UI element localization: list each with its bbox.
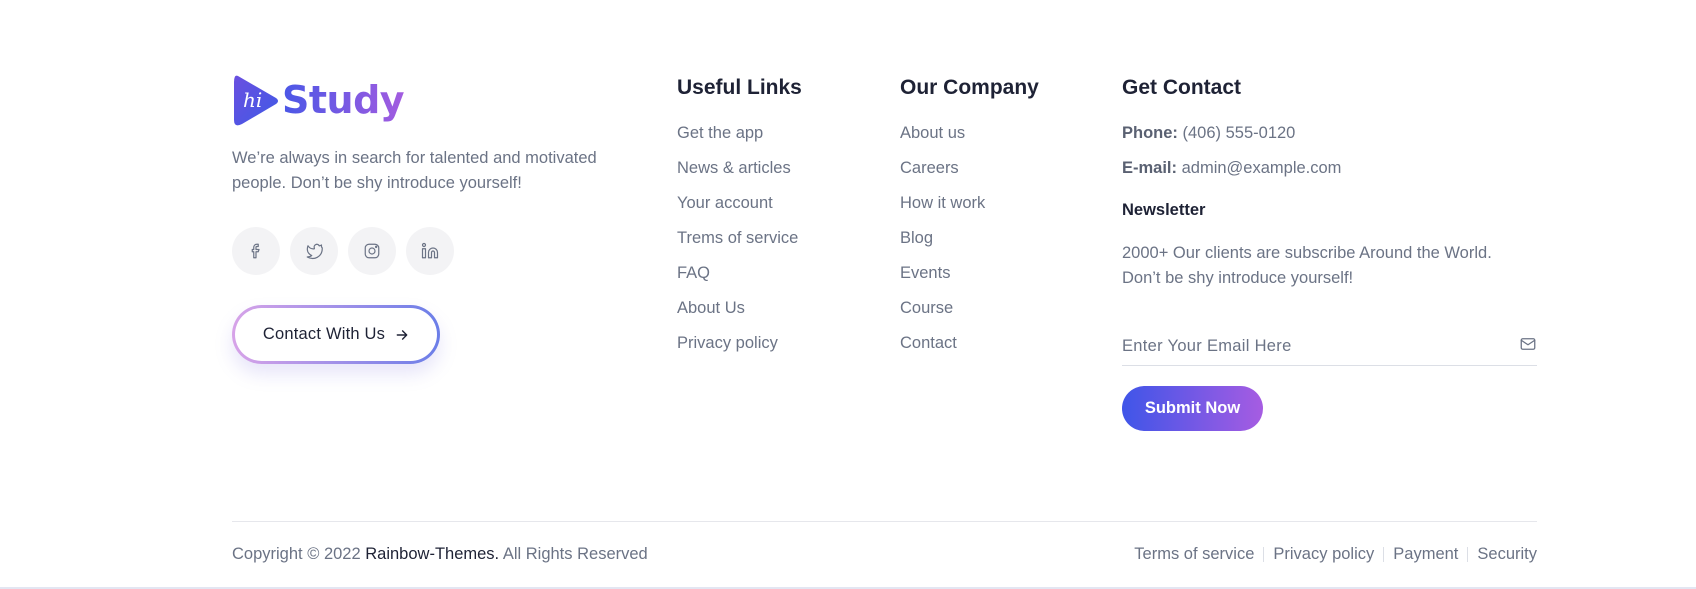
- mail-icon: [1520, 338, 1536, 350]
- phone-value[interactable]: (406) 555-0120: [1183, 124, 1296, 142]
- contact-with-us-button[interactable]: Contact With Us: [232, 305, 440, 364]
- logo-text: Study: [282, 78, 405, 122]
- instagram-icon: [364, 243, 380, 259]
- legal-link-privacy[interactable]: Privacy policy: [1273, 545, 1374, 564]
- email-label: E-mail:: [1122, 159, 1178, 177]
- useful-link-privacy-policy[interactable]: Privacy policy: [677, 326, 798, 361]
- linkedin-icon: [421, 242, 439, 259]
- logo-mark-text: hi: [243, 88, 262, 112]
- instagram-link[interactable]: [348, 227, 396, 275]
- company-link-contact[interactable]: Contact: [900, 326, 985, 361]
- copyright-brand-link[interactable]: Rainbow-Themes.: [365, 545, 499, 563]
- arrow-right-icon: [396, 329, 408, 340]
- legal-separator: [1467, 547, 1469, 562]
- company-link-careers[interactable]: Careers: [900, 151, 985, 186]
- legal-link-security[interactable]: Security: [1477, 545, 1537, 564]
- useful-link-get-the-app[interactable]: Get the app: [677, 116, 798, 151]
- company-link-how-it-work[interactable]: How it work: [900, 186, 985, 221]
- useful-link-your-account[interactable]: Your account: [677, 186, 798, 221]
- copyright-suffix: All Rights Reserved: [502, 545, 648, 563]
- phone-line: Phone: (406) 555-0120: [1122, 124, 1295, 143]
- useful-link-about-us[interactable]: About Us: [677, 291, 798, 326]
- get-contact-title: Get Contact: [1122, 76, 1242, 99]
- copyright-prefix: Copyright © 2022: [232, 545, 361, 563]
- twitter-link[interactable]: [290, 227, 338, 275]
- company-link-events[interactable]: Events: [900, 256, 985, 291]
- legal-links: Terms of service Privacy policy Payment …: [1134, 545, 1537, 564]
- company-link-blog[interactable]: Blog: [900, 221, 985, 256]
- footer-divider: [232, 521, 1537, 522]
- useful-link-terms-of-service[interactable]: Trems of service: [677, 221, 798, 256]
- submit-now-button[interactable]: Submit Now: [1122, 386, 1263, 431]
- legal-link-terms[interactable]: Terms of service: [1134, 545, 1254, 564]
- site-logo[interactable]: hi Study: [232, 74, 405, 126]
- facebook-link[interactable]: [232, 227, 280, 275]
- facebook-icon: [251, 243, 260, 259]
- email-value[interactable]: admin@example.com: [1182, 159, 1342, 177]
- useful-link-faq[interactable]: FAQ: [677, 256, 798, 291]
- legal-link-payment[interactable]: Payment: [1393, 545, 1458, 564]
- our-company-list: About us Careers How it work Blog Events…: [900, 116, 985, 361]
- company-link-about-us[interactable]: About us: [900, 116, 985, 151]
- legal-separator: [1383, 547, 1385, 562]
- about-text: We’re always in search for talented and …: [232, 149, 597, 192]
- useful-link-news-articles[interactable]: News & articles: [677, 151, 798, 186]
- social-links: [232, 227, 454, 275]
- contact-button-label: Contact With Us: [262, 325, 386, 343]
- linkedin-link[interactable]: [406, 227, 454, 275]
- newsletter-email-field: [1122, 331, 1537, 366]
- useful-links-title: Useful Links: [677, 76, 802, 99]
- useful-links-list: Get the app News & articles Your account…: [677, 116, 798, 361]
- copyright-text: Copyright © 2022 Rainbow-Themes. All Rig…: [232, 545, 648, 564]
- twitter-icon: [306, 243, 323, 260]
- newsletter-email-input[interactable]: [1122, 331, 1502, 361]
- company-link-course[interactable]: Course: [900, 291, 985, 326]
- site-footer: hi Study We’re always in search for tale…: [0, 0, 1696, 589]
- email-line: E-mail: admin@example.com: [1122, 159, 1341, 178]
- newsletter-text: 2000+ Our clients are subscribe Around t…: [1122, 244, 1492, 287]
- newsletter-title: Newsletter: [1122, 201, 1206, 219]
- legal-separator: [1263, 547, 1265, 562]
- our-company-title: Our Company: [900, 76, 1039, 99]
- phone-label: Phone:: [1122, 124, 1178, 142]
- logo-mark-icon: hi: [232, 74, 280, 126]
